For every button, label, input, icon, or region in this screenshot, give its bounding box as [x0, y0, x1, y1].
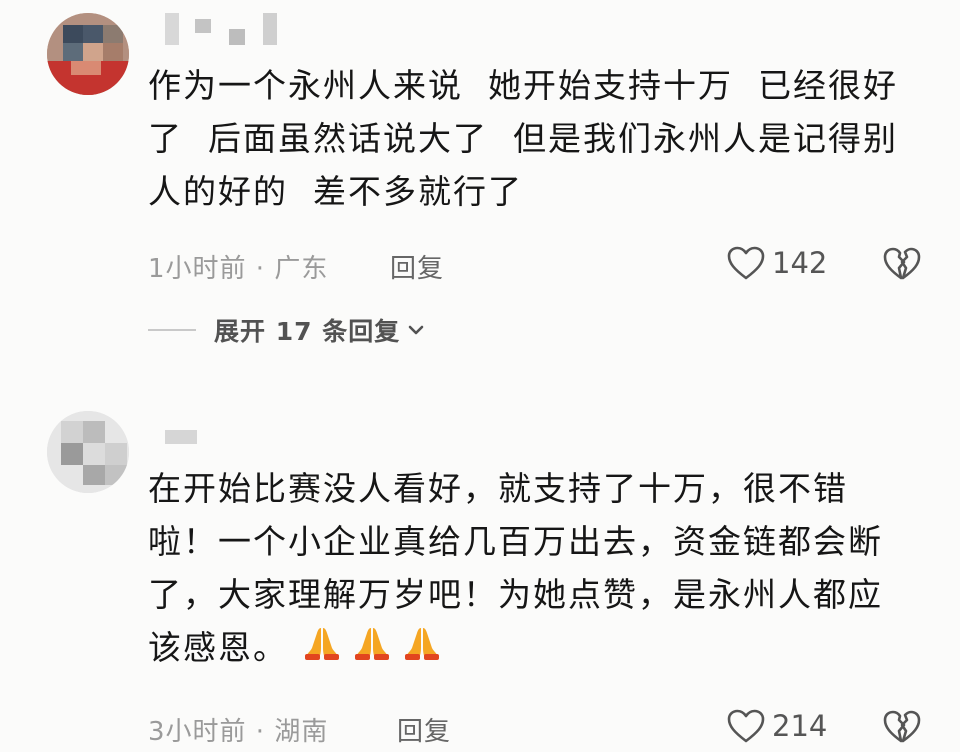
reply-button[interactable]: 回复	[397, 711, 451, 748]
heart-icon	[727, 709, 765, 743]
like-button[interactable]: 142	[726, 245, 827, 281]
expand-replies-button[interactable]: 展开 17 条回复	[148, 312, 424, 348]
emoji-group	[288, 628, 452, 667]
chevron-down-icon	[408, 325, 424, 335]
broken-heart-icon	[883, 710, 921, 743]
comment-item: 在开始比赛没人看好，就支持了十万，很不错 啦！一个小企业真给几百万出去，资金链都…	[0, 400, 960, 752]
reply-button[interactable]: 回复	[390, 248, 444, 285]
comment-text: 作为一个永州人来说 她开始支持十万 已经很好 了 后面虽然话说大了 但是我们永州…	[148, 66, 898, 211]
divider-line	[148, 329, 196, 331]
comment-meta: 3小时前 · 湖南	[148, 717, 329, 747]
comment-item: 作为一个永州人来说 她开始支持十万 已经很好 了 后面虽然话说大了 但是我们永州…	[0, 0, 960, 380]
blurred-avatar-icon	[47, 13, 129, 95]
avatar[interactable]	[47, 13, 129, 95]
folded-hands-icon	[352, 622, 392, 677]
expand-replies-label: 展开 17 条回复	[214, 317, 401, 346]
like-button[interactable]: 214	[726, 708, 827, 744]
heart-icon	[727, 246, 765, 280]
avatar[interactable]	[47, 411, 129, 493]
comment-text-content: 在开始比赛没人看好，就支持了十万，很不错 啦！一个小企业真给几百万出去，资金链都…	[148, 469, 883, 667]
comment-meta: 1小时前 · 广东	[148, 254, 329, 284]
like-count: 142	[772, 246, 828, 280]
folded-hands-icon	[402, 622, 442, 677]
like-count: 214	[772, 709, 828, 743]
broken-heart-icon	[883, 247, 921, 280]
blurred-avatar-icon	[47, 411, 129, 493]
folded-hands-icon	[302, 622, 342, 677]
comment-text: 在开始比赛没人看好，就支持了十万，很不错 啦！一个小企业真给几百万出去，资金链都…	[148, 462, 928, 677]
dislike-button[interactable]	[882, 246, 922, 286]
dislike-button[interactable]	[882, 709, 922, 749]
